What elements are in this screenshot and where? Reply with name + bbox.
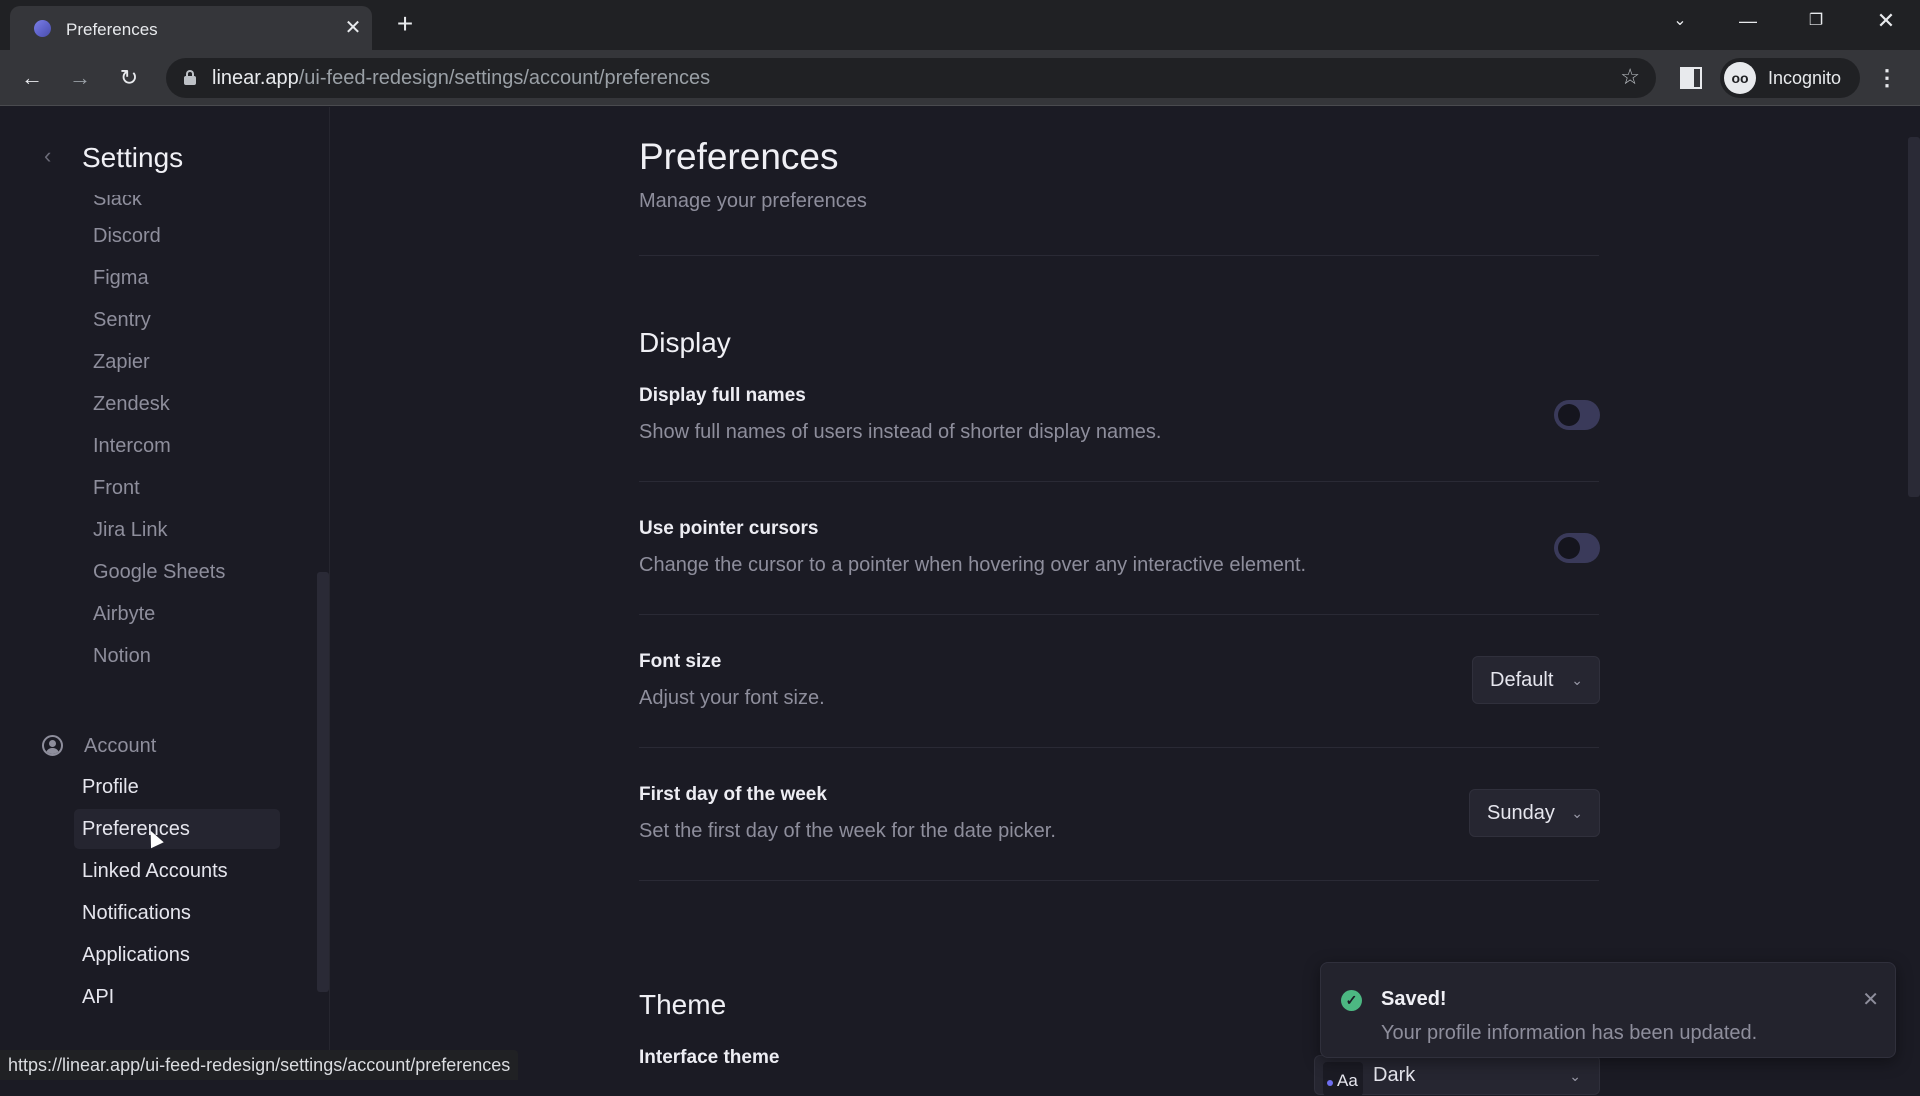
profile-label: Incognito xyxy=(1768,68,1842,88)
new-tab-icon[interactable]: + xyxy=(390,10,420,40)
url-text: linear.app/ui-feed-redesign/settings/acc… xyxy=(212,67,711,89)
back-arrow-icon[interactable]: ← xyxy=(17,63,47,93)
settings-page: ‹ Settings Slack Discord Figma Sentry Za… xyxy=(0,107,1920,1096)
incognito-icon: oo xyxy=(1724,62,1756,94)
font-size-select[interactable]: Default ⌄ xyxy=(1472,656,1600,704)
close-window-icon[interactable]: ✕ xyxy=(1866,6,1906,36)
divider xyxy=(639,880,1599,881)
bookmark-star-icon[interactable]: ☆ xyxy=(1620,64,1640,90)
address-bar[interactable]: linear.app/ui-feed-redesign/settings/acc… xyxy=(166,58,1656,98)
font-size-description: Adjust your font size. xyxy=(639,687,825,709)
display-full-names-label: Display full names xyxy=(639,385,806,406)
sidebar-item-zendesk[interactable]: Zendesk xyxy=(93,383,225,425)
sidebar-item-discord[interactable]: Discord xyxy=(93,215,225,257)
interface-theme-select[interactable]: Aa Dark ⌄ xyxy=(1314,1055,1600,1096)
divider xyxy=(639,614,1599,615)
chevron-down-icon: ⌄ xyxy=(1571,805,1583,821)
saved-toast: ✓ Saved! Your profile information has be… xyxy=(1320,962,1896,1058)
close-icon[interactable]: ✕ xyxy=(1862,987,1879,1012)
close-tab-icon[interactable]: ✕ xyxy=(340,15,366,41)
display-section-title: Display xyxy=(639,327,731,358)
display-full-names-description: Show full names of users instead of shor… xyxy=(639,421,1162,443)
divider xyxy=(639,747,1599,748)
linear-logo-icon xyxy=(34,20,51,37)
reload-icon[interactable]: ↻ xyxy=(114,63,144,93)
toast-message: Your profile information has been update… xyxy=(1381,1022,1758,1044)
forward-arrow-icon[interactable]: → xyxy=(65,63,95,93)
incognito-profile-button[interactable]: oo Incognito xyxy=(1720,58,1860,98)
theme-value: Dark xyxy=(1373,1064,1416,1086)
sidebar-item-api[interactable]: API xyxy=(74,977,280,1017)
first-day-label: First day of the week xyxy=(639,784,827,805)
interface-theme-label: Interface theme xyxy=(639,1047,780,1068)
page-subtitle: Manage your preferences xyxy=(639,190,867,212)
sidebar-item-front[interactable]: Front xyxy=(93,467,225,509)
sidebar-item-zapier[interactable]: Zapier xyxy=(93,341,225,383)
sidebar-item-profile[interactable]: Profile xyxy=(74,767,280,807)
first-day-value: Sunday xyxy=(1487,802,1555,824)
divider xyxy=(639,255,1599,256)
restore-icon[interactable]: ❐ xyxy=(1796,6,1836,36)
sidebar-scrollbar[interactable] xyxy=(317,572,329,992)
sidebar-item-applications[interactable]: Applications xyxy=(74,935,280,975)
theme-swatch-text: Aa xyxy=(1337,1071,1358,1090)
pointer-cursors-toggle[interactable] xyxy=(1554,533,1600,563)
font-size-value: Default xyxy=(1490,669,1554,691)
main-scrollbar[interactable] xyxy=(1908,137,1920,497)
sidebar-item-slack[interactable]: Slack xyxy=(93,195,225,215)
check-circle-icon: ✓ xyxy=(1341,990,1362,1011)
first-day-description: Set the first day of the week for the da… xyxy=(639,820,1056,842)
toggle-knob xyxy=(1558,537,1580,559)
pointer-cursors-label: Use pointer cursors xyxy=(639,518,819,539)
settings-title: Settings xyxy=(82,142,184,173)
browser-toolbar: ← → ↻ linear.app/ui-feed-redesign/settin… xyxy=(0,50,1920,106)
font-size-label: Font size xyxy=(639,651,722,672)
tab-search-icon[interactable]: ⌄ xyxy=(1660,6,1700,36)
sidebar-item-preferences[interactable]: Preferences xyxy=(74,809,280,849)
theme-section-title: Theme xyxy=(639,989,727,1020)
toggle-knob xyxy=(1558,404,1580,426)
chevron-down-icon: ⌄ xyxy=(1569,1068,1581,1084)
display-full-names-toggle[interactable] xyxy=(1554,400,1600,430)
pointer-cursors-description: Change the cursor to a pointer when hove… xyxy=(639,554,1307,576)
sidebar-item-intercom[interactable]: Intercom xyxy=(93,425,225,467)
sidebar-item-airbyte[interactable]: Airbyte xyxy=(93,593,225,635)
chevron-down-icon: ⌄ xyxy=(1571,672,1583,688)
side-panel-icon[interactable] xyxy=(1680,67,1702,89)
theme-swatch: Aa xyxy=(1323,1062,1363,1096)
back-chevron-icon[interactable]: ‹ xyxy=(44,143,51,169)
sidebar-item-notion[interactable]: Notion xyxy=(93,635,225,677)
sidebar-item-google-sheets[interactable]: Google Sheets xyxy=(93,551,225,593)
sidebar-item-figma[interactable]: Figma xyxy=(93,257,225,299)
browser-menu-icon[interactable]: ⋮ xyxy=(1876,64,1898,92)
toast-title: Saved! xyxy=(1381,988,1447,1010)
sidebar-item-linked-accounts[interactable]: Linked Accounts xyxy=(74,851,280,891)
first-day-select[interactable]: Sunday ⌄ xyxy=(1469,789,1600,837)
minimize-icon[interactable]: — xyxy=(1728,6,1768,36)
browser-tab-strip: Preferences ✕ + ⌄ — ❐ ✕ xyxy=(0,0,1920,50)
page-title: Preferences xyxy=(639,136,839,177)
account-nav-list: Profile Preferences Linked Accounts Noti… xyxy=(74,767,280,1019)
sidebar-item-sentry[interactable]: Sentry xyxy=(93,299,225,341)
sidebar-item-notifications[interactable]: Notifications xyxy=(74,893,280,933)
accent-dot-icon xyxy=(1327,1080,1333,1086)
divider xyxy=(639,481,1599,482)
link-status-bar: https://linear.app/ui-feed-redesign/sett… xyxy=(0,1050,519,1080)
user-circle-icon xyxy=(42,735,63,756)
tab-title: Preferences xyxy=(66,20,158,39)
integrations-list: Slack Discord Figma Sentry Zapier Zendes… xyxy=(93,195,225,677)
account-section-label: Account xyxy=(84,735,157,757)
browser-tab[interactable]: Preferences ✕ xyxy=(10,6,372,50)
lock-icon xyxy=(184,70,196,85)
sidebar-item-jira-link[interactable]: Jira Link xyxy=(93,509,225,551)
settings-sidebar: ‹ Settings Slack Discord Figma Sentry Za… xyxy=(0,107,330,1080)
